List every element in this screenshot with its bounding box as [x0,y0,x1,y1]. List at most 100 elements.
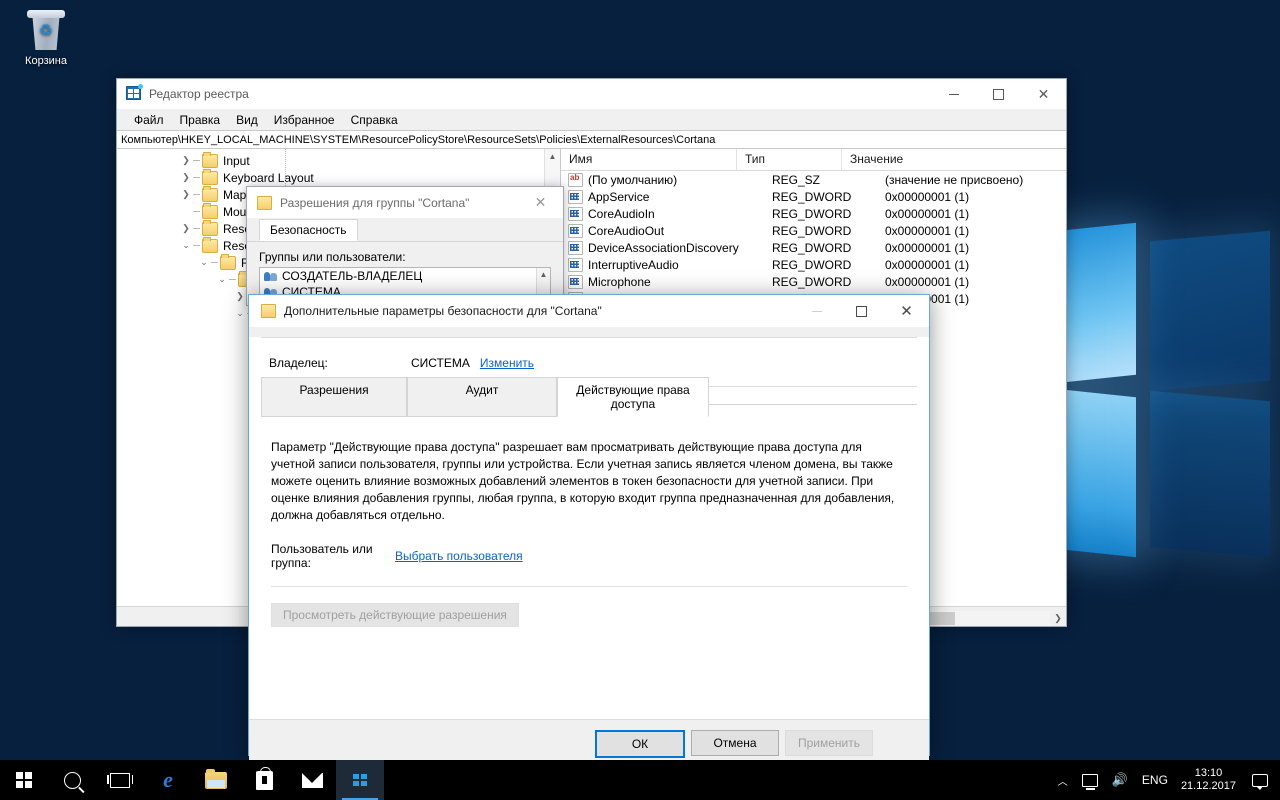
view-effective-permissions-button[interactable]: Просмотреть действующие разрешения [271,603,519,627]
close-icon[interactable]: ✕ [884,295,929,327]
close-icon[interactable]: ✕ [518,187,563,218]
close-icon[interactable]: ✕ [1021,79,1066,109]
value-name: InterruptiveAudio [588,257,679,272]
language-indicator[interactable]: ENG [1135,773,1175,787]
value-type: REG_DWORD [772,189,852,204]
table-row[interactable]: Microphone REG_DWORD 0x00000001 (1) [561,273,1066,290]
tab-security[interactable]: Безопасность [259,219,358,241]
maximize-icon[interactable] [839,295,884,327]
regedit-menubar: Файл Правка Вид Избранное Справка [117,109,1066,130]
address-bar[interactable]: Компьютер\HKEY_LOCAL_MACHINE\SYSTEM\Reso… [117,130,1066,149]
scroll-up-icon: ▲ [539,270,548,279]
chevron-right-icon[interactable]: ❯ [233,291,247,302]
description-text: Параметр "Действующие права доступа" раз… [271,440,895,522]
tab-audit[interactable]: Аудит [407,377,557,417]
column-header-value[interactable]: Значение [842,149,1066,170]
advanced-dialog-titlebar[interactable]: Дополнительные параметры безопасности дл… [249,295,929,327]
tree-item[interactable]: ❯ Keyboard Layout [117,168,560,186]
tree-connector [193,194,202,195]
select-user-link[interactable]: Выбрать пользователя [395,549,523,563]
folder-icon [202,236,218,253]
value-name: (По умолчанию) [588,172,678,187]
search-icon [63,771,81,789]
action-center-icon[interactable] [1252,773,1268,790]
ok-button[interactable]: ОК [595,730,685,758]
recycle-bin-label: Корзина [25,55,67,67]
column-header-type[interactable]: Тип [737,149,842,170]
maximize-icon[interactable] [976,79,1021,109]
task-view-button[interactable] [96,760,144,800]
dword-value-icon [568,240,583,255]
edge-icon: e [163,767,173,792]
value-data: 0x00000001 (1) [885,274,970,289]
dword-value-icon [568,206,583,221]
advanced-dialog-tabs: Разрешения Аудит Действующие права досту… [249,377,929,417]
groups-label: Группы или пользователи: [259,250,406,264]
table-row[interactable]: (По умолчанию) REG_SZ (значение не присвое… [561,171,1066,188]
folder-icon [202,151,218,168]
dword-value-icon [568,257,583,272]
advanced-dialog-window-buttons: ✕ [794,295,929,327]
regedit-titlebar[interactable]: Редактор реестра ✕ [117,79,1066,109]
advanced-security-dialog[interactable]: Дополнительные параметры безопасности дл… [248,294,930,766]
clock-date: 21.12.2017 [1180,780,1236,792]
cancel-button[interactable]: Отмена [691,730,779,756]
store-button[interactable] [240,760,288,800]
scroll-up-icon[interactable]: ▲ [545,149,560,164]
tab-permissions[interactable]: Разрешения [261,377,407,417]
edge-button[interactable]: e [144,760,192,800]
apply-button[interactable]: Применить [785,730,873,756]
permissions-dialog-titlebar[interactable]: Разрешения для группы "Cortana" ✕ [247,187,563,218]
menu-help[interactable]: Справка [343,111,406,129]
value-type: REG_SZ [772,172,821,187]
folder-icon [202,168,218,185]
divider [271,586,907,587]
chevron-down-icon[interactable]: ⌄ [215,274,229,285]
list-item[interactable]: СОЗДАТЕЛЬ-ВЛАДЕЛЕЦ [260,268,550,284]
value-type: REG_DWORD [772,257,852,272]
chevron-right-icon[interactable]: ❯ [179,223,193,234]
chevron-down-icon[interactable]: ⌄ [197,257,211,268]
start-button[interactable] [0,760,48,800]
clock[interactable]: 13:10 21.12.2017 [1175,767,1246,793]
value-data: (значение не присвоено) [885,172,1024,187]
tree-connector [229,279,238,280]
chevron-right-icon[interactable]: ❯ [179,189,193,200]
wallpaper-pane [1150,390,1270,558]
file-explorer-button[interactable] [192,760,240,800]
chevron-right-icon[interactable]: ❯ [179,172,193,183]
regedit-taskbar-button[interactable] [336,760,384,800]
chevron-right-icon[interactable]: ❯ [179,155,193,166]
table-row[interactable]: CoreAudioIn REG_DWORD 0x00000001 (1) [561,205,1066,222]
registry-editor-icon [351,772,369,789]
minimize-icon[interactable] [794,295,839,327]
search-button[interactable] [48,760,96,800]
menu-favorites[interactable]: Избранное [266,111,343,129]
chevron-down-icon[interactable]: ⌄ [179,240,193,251]
minimize-icon[interactable] [931,79,976,109]
menu-view[interactable]: Вид [228,111,266,129]
tree-connector [193,245,202,246]
volume-icon[interactable]: 🔊 [1105,772,1135,788]
permissions-dialog[interactable]: Разрешения для группы "Cortana" ✕ Безопа… [246,186,564,306]
change-owner-link[interactable]: Изменить [480,356,534,370]
menu-edit[interactable]: Правка [172,111,229,129]
scroll-right-icon[interactable]: ❯ [1050,611,1066,626]
chevron-down-icon[interactable]: ⌄ [233,308,247,319]
table-row[interactable]: InterruptiveAudio REG_DWORD 0x00000001 (1) [561,256,1066,273]
network-icon[interactable] [1075,773,1105,790]
value-data: 0x00000001 (1) [885,257,970,272]
value-data: 0x00000001 (1) [885,223,970,238]
table-row[interactable]: CoreAudioOut REG_DWORD 0x00000001 (1) [561,222,1066,239]
tree-item[interactable]: ❯ Input [117,151,560,169]
tab-effective-access[interactable]: Действующие права доступа [557,377,709,417]
menu-file[interactable]: Файл [126,111,172,129]
table-row[interactable]: DeviceAssociationDiscovery REG_DWORD 0x000… [561,239,1066,256]
recycle-bin-icon[interactable]: ♻ Корзина [8,8,84,67]
table-row[interactable]: AppService REG_DWORD 0x00000001 (1) [561,188,1066,205]
tree-connector [211,262,220,263]
mail-button[interactable] [288,760,336,800]
column-header-name[interactable]: Имя [561,149,737,170]
chevron-up-icon[interactable]: ︿ [1051,773,1075,788]
value-data: 0x00000001 (1) [885,206,970,221]
